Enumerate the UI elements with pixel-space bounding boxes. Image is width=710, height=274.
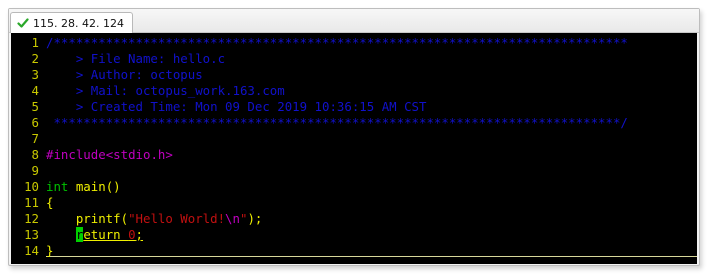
code-text: ****************************************… [46, 115, 628, 130]
line-number: 4 [31, 83, 39, 98]
code-token: > Author: octopus [46, 67, 203, 82]
vim-editor[interactable]: 1 /**************************************… [11, 33, 697, 264]
line-number: 2 [31, 51, 39, 66]
code-token: 0 [128, 227, 136, 242]
code-text: printf("Hello World!\n"); [46, 211, 263, 226]
line-number: 7 [31, 131, 39, 146]
tab-title: 115. 28. 42. 124 [33, 16, 124, 30]
code-text: } [46, 243, 53, 258]
code-token: ; [135, 227, 144, 242]
code-token: > Mail: octopus_work.163.com [46, 83, 285, 98]
code-token: { [46, 195, 54, 210]
code-line[interactable]: 8 #include<stdio.h> [11, 147, 697, 163]
code-text: > Author: octopus [46, 67, 203, 82]
line-number: 6 [31, 115, 39, 130]
line-number: 9 [31, 163, 39, 178]
code-line[interactable]: 7 [11, 131, 697, 147]
code-token: ); [247, 211, 263, 226]
line-number: 14 [24, 243, 39, 258]
line-number: 11 [24, 195, 39, 210]
code-text: return 0; [46, 227, 143, 242]
code-text: int main() [46, 179, 121, 194]
code-token: "Hello World! [128, 211, 226, 226]
code-token: > File Name: hello.c [46, 51, 226, 66]
code-line[interactable]: 3 > Author: octopus [11, 67, 697, 83]
check-icon [17, 18, 29, 28]
tab-bar: 115. 28. 42. 124 [9, 9, 699, 33]
code-token: #include [46, 147, 106, 162]
code-line[interactable]: 9 [11, 163, 697, 179]
code-token: > Created Time: Mon 09 Dec 2019 10:36:15… [46, 99, 427, 114]
code-line[interactable]: 12 printf("Hello World!\n"); [11, 211, 697, 227]
code-line[interactable]: 1 /**************************************… [11, 35, 697, 51]
line-number: 5 [31, 99, 39, 114]
code-line[interactable]: 6 **************************************… [11, 115, 697, 131]
code-text: > Created Time: Mon 09 Dec 2019 10:36:15… [46, 99, 427, 114]
terminal-window: 115. 28. 42. 124 1 /*********************… [8, 8, 700, 266]
code-line[interactable]: 5 > Created Time: Mon 09 Dec 2019 10:36:… [11, 99, 697, 115]
code-token: <stdio.h> [105, 147, 173, 162]
code-line[interactable]: 13 return 0; [11, 227, 697, 243]
code-token: ****************************************… [46, 115, 628, 130]
code-text: > File Name: hello.c [46, 51, 225, 66]
code-line[interactable]: 2 > File Name: hello.c [11, 51, 697, 67]
tab-session[interactable]: 115. 28. 42. 124 [10, 12, 133, 33]
line-number: 8 [31, 147, 39, 162]
code-token: \n [225, 211, 240, 226]
code-token: int [46, 179, 69, 194]
code-text: > Mail: octopus_work.163.com [46, 83, 285, 98]
code-token: eturn [83, 227, 129, 242]
line-number: 13 [24, 227, 39, 242]
code-text: /***************************************… [46, 35, 628, 50]
line-number: 12 [24, 211, 39, 226]
code-line[interactable]: 14} [11, 243, 697, 259]
code-line[interactable]: 10 int main() [11, 179, 697, 195]
code-token: /***************************************… [46, 35, 628, 50]
code-line[interactable]: 11 { [11, 195, 697, 211]
code-token: printf( [46, 211, 129, 226]
line-number: 3 [31, 67, 39, 82]
code-line[interactable]: 4 > Mail: octopus_work.163.com [11, 83, 697, 99]
line-number: 10 [24, 179, 39, 194]
code-text: { [46, 195, 53, 210]
line-number: 1 [31, 35, 39, 50]
code-text: #include<stdio.h> [46, 147, 173, 162]
code-token: main() [68, 179, 121, 194]
code-token: } [46, 243, 54, 258]
